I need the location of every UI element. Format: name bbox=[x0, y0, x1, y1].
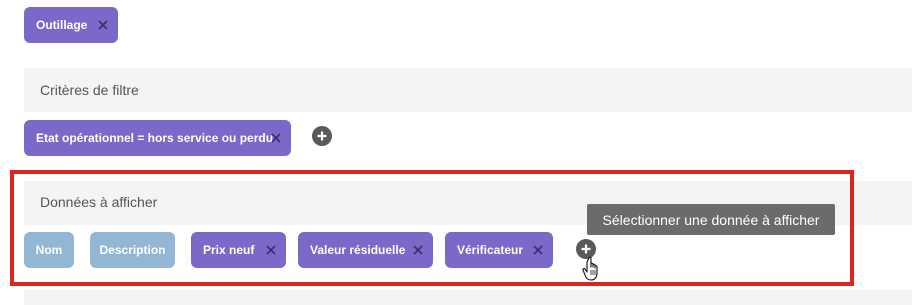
close-icon[interactable] bbox=[96, 18, 110, 32]
bottom-band bbox=[24, 290, 912, 305]
chip-outillage[interactable]: Outillage bbox=[24, 7, 118, 43]
chip-label: Outillage bbox=[36, 18, 88, 32]
plus-icon bbox=[317, 131, 327, 141]
add-filter-button[interactable] bbox=[312, 126, 332, 146]
report-builder-panel: Outillage Critères de filtre Etat opérat… bbox=[0, 0, 912, 305]
close-icon[interactable] bbox=[269, 131, 283, 145]
highlight-frame bbox=[10, 170, 854, 286]
chip-label: Etat opérationnel = hors service ou perd… bbox=[36, 131, 274, 145]
chip-filter-etat[interactable]: Etat opérationnel = hors service ou perd… bbox=[24, 120, 291, 156]
filter-section-header-band bbox=[24, 68, 912, 112]
filter-section-title: Critères de filtre bbox=[40, 82, 139, 98]
